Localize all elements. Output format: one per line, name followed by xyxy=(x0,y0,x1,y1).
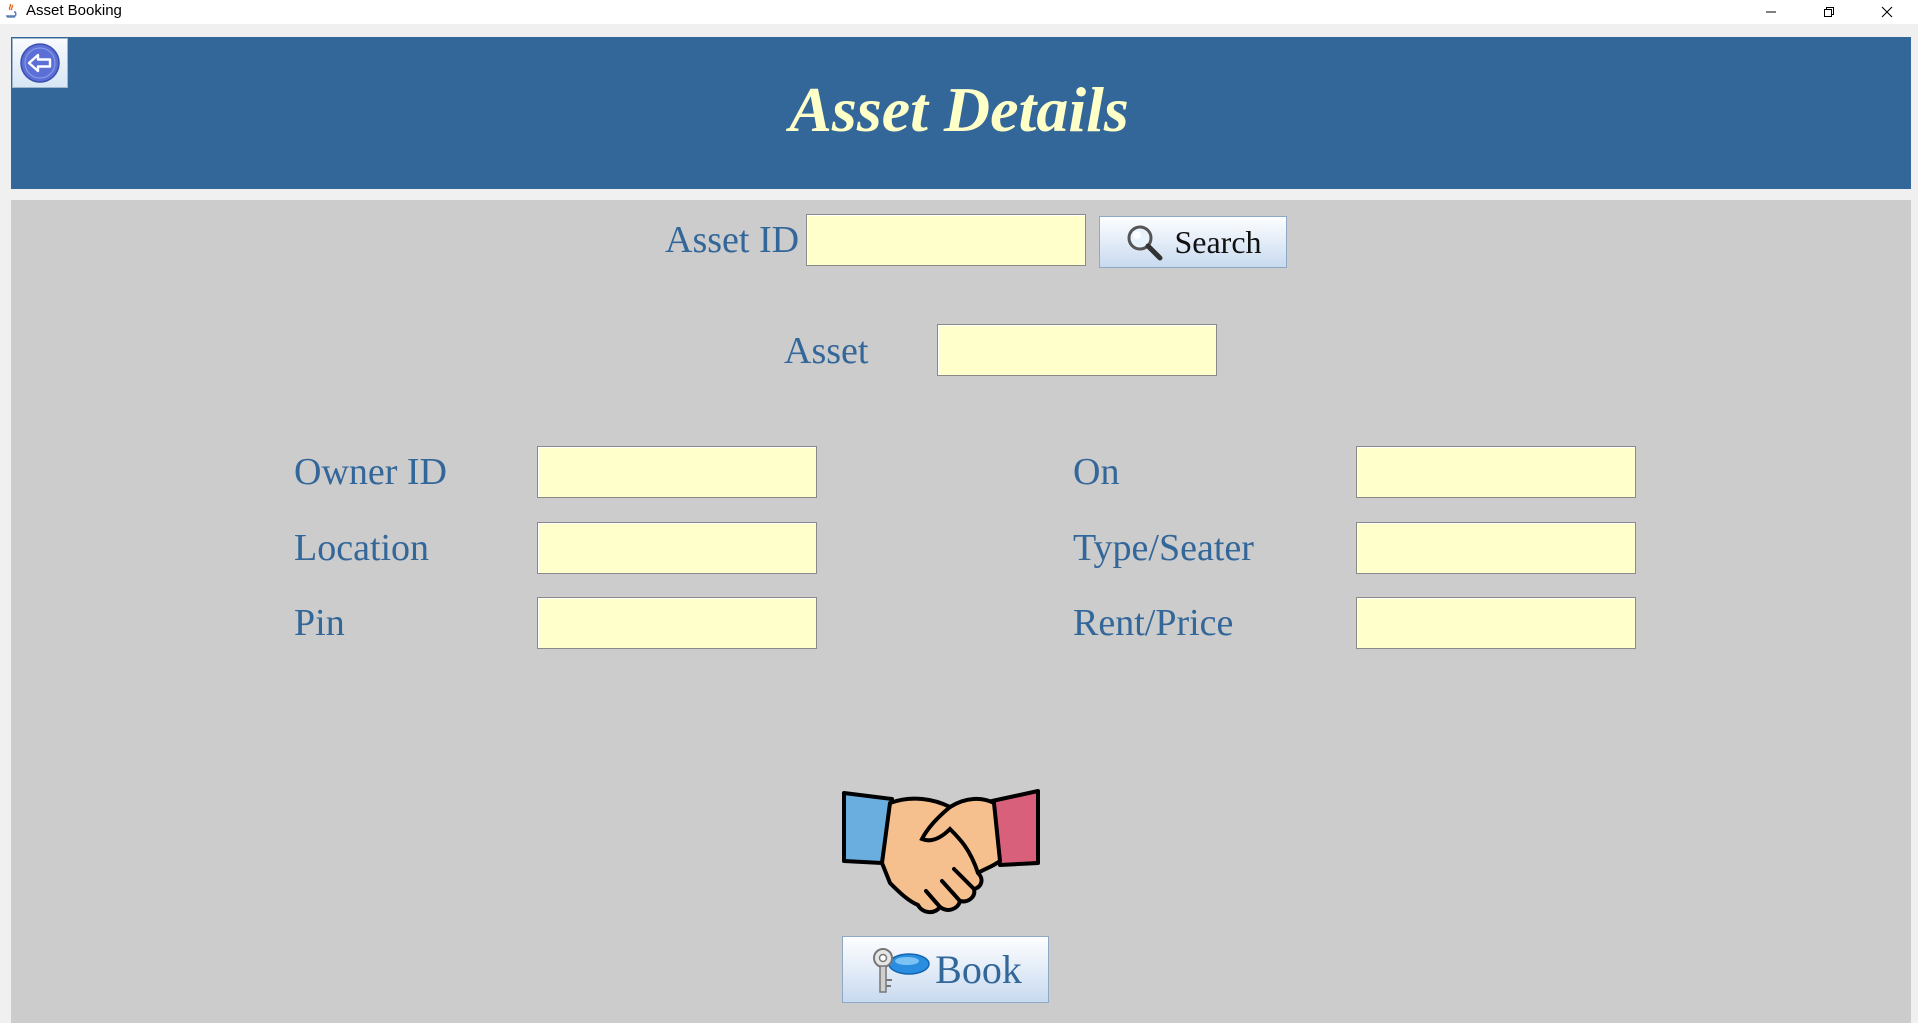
back-button[interactable] xyxy=(12,38,68,88)
owner-id-input[interactable] xyxy=(537,446,817,498)
on-input[interactable] xyxy=(1356,446,1636,498)
search-button[interactable]: Search xyxy=(1099,216,1287,268)
location-label: Location xyxy=(294,527,430,569)
restore-button[interactable] xyxy=(1800,0,1858,24)
pin-label: Pin xyxy=(294,602,345,644)
window-title: Asset Booking xyxy=(26,2,122,19)
close-icon xyxy=(1881,6,1893,18)
window-titlebar: Asset Booking xyxy=(0,0,1918,24)
java-app-icon xyxy=(2,2,20,20)
rent-price-label: Rent/Price xyxy=(1073,602,1234,644)
handshake-icon xyxy=(842,789,1040,914)
back-arrow-icon xyxy=(20,43,60,83)
location-input[interactable] xyxy=(537,522,817,574)
type-seater-label: Type/Seater xyxy=(1073,527,1254,569)
book-button[interactable]: Book xyxy=(842,936,1049,1003)
type-seater-input[interactable] xyxy=(1356,522,1636,574)
magnifier-icon xyxy=(1127,225,1163,261)
pin-input[interactable] xyxy=(537,597,817,649)
header-banner: Asset Details xyxy=(11,37,1911,189)
asset-input[interactable] xyxy=(937,324,1217,376)
restore-icon xyxy=(1824,7,1834,17)
page-title: Asset Details xyxy=(789,74,1129,145)
book-button-label: Book xyxy=(935,947,1022,992)
search-button-label: Search xyxy=(1174,223,1262,260)
asset-id-label: Asset ID xyxy=(665,219,800,261)
key-icon xyxy=(873,947,930,993)
close-button[interactable] xyxy=(1858,0,1916,24)
asset-label: Asset xyxy=(784,330,869,372)
owner-id-label: Owner ID xyxy=(294,451,448,493)
minimize-button[interactable] xyxy=(1742,0,1800,24)
on-label: On xyxy=(1073,451,1120,493)
rent-price-input[interactable] xyxy=(1356,597,1636,649)
asset-id-input[interactable] xyxy=(806,214,1086,266)
minimize-icon xyxy=(1766,11,1776,13)
